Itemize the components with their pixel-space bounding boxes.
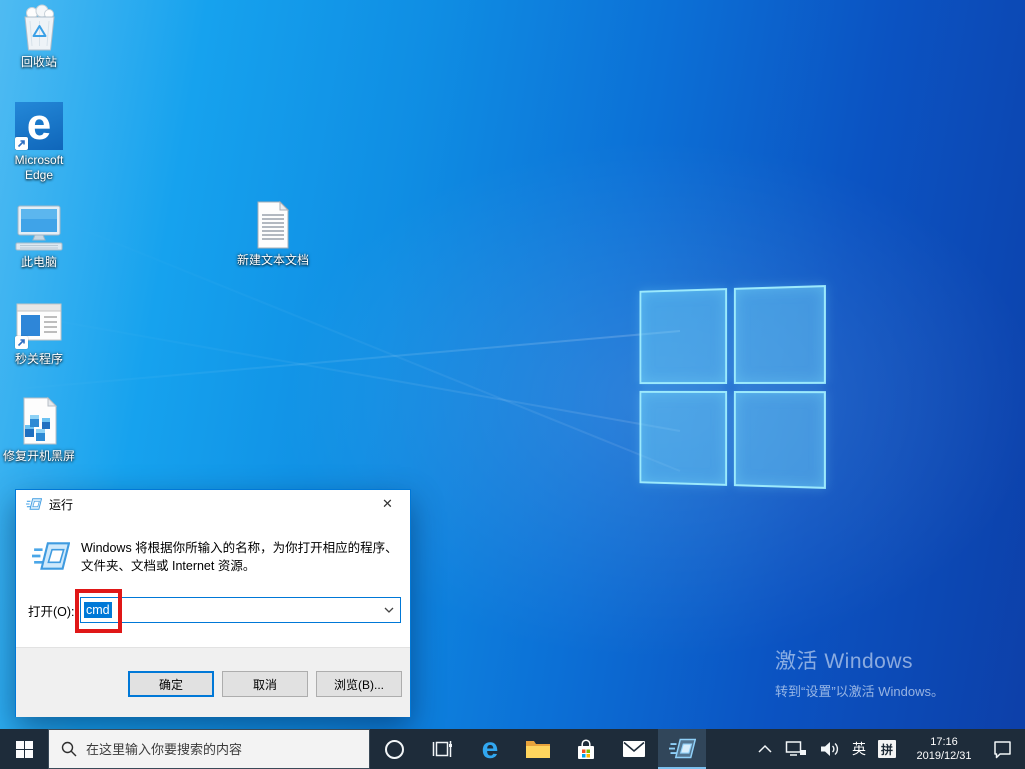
cancel-button[interactable]: 取消 xyxy=(222,671,308,697)
file-explorer-icon xyxy=(526,741,550,758)
this-pc-icon xyxy=(15,205,63,251)
desktop-icon-new-text-document[interactable]: 新建文本文档 xyxy=(234,200,312,268)
taskbar: e xyxy=(0,729,1025,769)
windows-logo-pane xyxy=(733,390,826,489)
tray-time: 17:16 xyxy=(930,736,958,748)
task-view-icon xyxy=(432,741,452,757)
text-document-icon xyxy=(257,200,290,249)
store-icon xyxy=(578,739,594,759)
browse-button[interactable]: 浏览(B)... xyxy=(316,671,402,697)
run-icon xyxy=(668,738,696,758)
run-dialog-message: Windows 将根据你所输入的名称，为你打开相应的程序、 文件夹、文档或 In… xyxy=(81,541,398,573)
registry-file-icon xyxy=(23,396,58,445)
close-icon[interactable]: ✕ xyxy=(365,490,410,518)
watermark-subtitle: 转到“设置”以激活 Windows。 xyxy=(775,684,945,699)
task-view-button[interactable] xyxy=(418,729,466,769)
desktop-icon-label: Microsoft Edge xyxy=(14,153,64,182)
windows-logo-pane xyxy=(639,288,727,384)
chevron-up-icon xyxy=(758,744,772,753)
network-icon xyxy=(785,741,806,756)
windows-logo-pane xyxy=(733,285,826,384)
edge-button[interactable]: e xyxy=(466,729,514,769)
action-center-button[interactable] xyxy=(986,729,1019,769)
search-input[interactable] xyxy=(86,741,369,757)
tray-chevron-up[interactable] xyxy=(751,729,779,769)
desktop: 回收站 e Microsoft Edge 此电脑 秒关程序 修复开机黑屏 新建文… xyxy=(0,0,1025,769)
desktop-icon-label: 新建文本文档 xyxy=(236,253,309,267)
recycle-bin-icon xyxy=(24,4,55,51)
taskbar-search-box[interactable] xyxy=(48,729,370,769)
windows-logo xyxy=(639,285,826,489)
red-highlight-annotation xyxy=(75,589,122,633)
desktop-icon-this-pc[interactable]: 此电脑 xyxy=(0,204,78,270)
windows-logo-pane xyxy=(639,390,727,486)
edge-icon: e xyxy=(15,102,63,150)
desktop-icon-label: 修复开机黑屏 xyxy=(2,449,75,463)
open-label: 打开(O): xyxy=(28,605,75,619)
run-taskbar-button[interactable] xyxy=(658,729,706,769)
cortana-icon xyxy=(384,739,404,759)
tray-volume[interactable] xyxy=(813,729,846,769)
shortcut-arrow-icon xyxy=(15,137,28,150)
run-icon xyxy=(32,542,70,570)
mail-icon xyxy=(623,741,645,757)
tray-ime-indicator[interactable]: 拼 xyxy=(872,729,902,769)
desktop-icon-label: 此电脑 xyxy=(20,255,57,269)
desktop-icon-microsoft-edge[interactable]: e Microsoft Edge xyxy=(0,102,78,183)
run-dialog-titlebar[interactable]: 运行 ✕ xyxy=(16,490,410,518)
system-tray: 英 拼 17:16 2019/12/31 xyxy=(751,729,1025,769)
shortcut-arrow-icon xyxy=(15,336,28,349)
activate-windows-watermark: 激活 Windows 转到“设置”以激活 Windows。 xyxy=(775,645,944,700)
cortana-button[interactable] xyxy=(370,729,418,769)
tray-date: 2019/12/31 xyxy=(916,750,972,762)
ok-button[interactable]: 确定 xyxy=(128,671,214,697)
action-center-icon xyxy=(994,741,1011,759)
tray-language-indicator[interactable]: 英 xyxy=(846,729,872,769)
run-icon xyxy=(26,498,42,510)
watermark-title: 激活 Windows xyxy=(775,650,914,673)
chevron-down-icon[interactable] xyxy=(380,598,398,622)
desktop-icon-fix-boot-black-screen[interactable]: 修复开机黑屏 xyxy=(0,396,78,464)
windows-start-icon xyxy=(15,740,33,758)
tray-clock[interactable]: 17:16 2019/12/31 xyxy=(902,729,986,769)
mail-button[interactable] xyxy=(610,729,658,769)
edge-icon: e xyxy=(481,732,499,765)
file-explorer-button[interactable] xyxy=(514,729,562,769)
start-button[interactable] xyxy=(0,729,48,769)
run-dialog-title: 运行 xyxy=(49,497,74,512)
desktop-icon-label: 回收站 xyxy=(20,55,57,69)
store-button[interactable] xyxy=(562,729,610,769)
ime-pinyin-icon: 拼 xyxy=(878,740,896,758)
run-input-combobox[interactable]: cmd xyxy=(80,597,401,623)
desktop-icon-recycle-bin[interactable]: 回收站 xyxy=(0,4,78,70)
tray-network[interactable] xyxy=(779,729,813,769)
desktop-icon-quick-close-program[interactable]: 秒关程序 xyxy=(0,302,78,367)
search-icon xyxy=(61,741,77,757)
volume-icon xyxy=(821,742,839,756)
desktop-icon-label: 秒关程序 xyxy=(14,352,63,366)
